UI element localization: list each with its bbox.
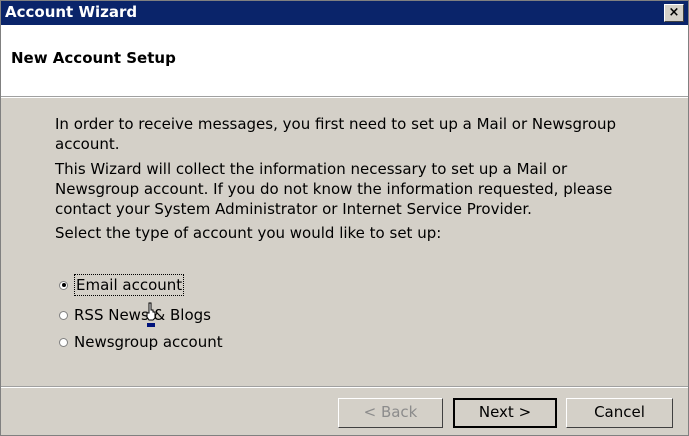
account-wizard-window: Account Wizard × New Account Setup In or…	[0, 0, 689, 436]
newsgroup-account-label[interactable]: Newsgroup account	[74, 332, 223, 352]
footer-divider-highlight	[1, 387, 688, 388]
newsgroup-account-option[interactable]: Newsgroup account	[59, 331, 223, 353]
page-title: New Account Setup	[11, 49, 176, 67]
wizard-header: New Account Setup	[1, 25, 688, 97]
close-icon: ×	[668, 5, 680, 20]
rss-news-blogs-radio[interactable]	[59, 310, 68, 320]
intro-text: In order to receive messages, you first …	[55, 115, 617, 153]
newsgroup-account-radio[interactable]	[59, 337, 68, 347]
title-bar[interactable]: Account Wizard ×	[1, 1, 688, 25]
cancel-button[interactable]: Cancel	[566, 398, 673, 428]
mouse-cursor-icon	[146, 302, 156, 327]
rss-news-blogs-label[interactable]: RSS News & Blogs	[74, 305, 211, 325]
info-text: This Wizard will collect the information…	[55, 160, 613, 218]
email-account-radio[interactable]	[59, 280, 68, 290]
window-title: Account Wizard	[5, 3, 138, 21]
prompt-text: Select the type of account you would lik…	[55, 224, 442, 242]
wizard-content: In order to receive messages, you first …	[1, 98, 688, 384]
next-button[interactable]: Next >	[453, 398, 557, 428]
email-account-option[interactable]: Email account	[59, 274, 185, 296]
back-button[interactable]: < Back	[338, 398, 443, 428]
rss-news-blogs-option[interactable]: RSS News & Blogs	[59, 304, 211, 326]
email-account-label[interactable]: Email account	[74, 274, 185, 296]
close-button[interactable]: ×	[664, 4, 684, 22]
